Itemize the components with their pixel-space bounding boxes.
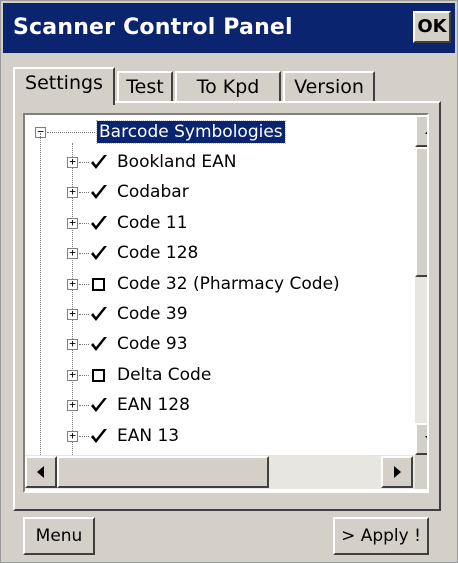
expand-icon[interactable]: + bbox=[67, 369, 78, 381]
checked-checkbox-icon[interactable] bbox=[89, 426, 109, 446]
arrow-down-icon bbox=[425, 436, 427, 439]
apply-button[interactable]: > Apply ! bbox=[333, 517, 429, 555]
tab-test[interactable]: Test bbox=[117, 71, 173, 101]
tree-item-label: Code 93 bbox=[117, 334, 188, 355]
ok-button[interactable]: OK bbox=[413, 11, 451, 43]
tree-connector bbox=[79, 374, 89, 376]
tree-item[interactable]: + EAN 128 bbox=[25, 394, 395, 424]
symbology-tree: − Barcode Symbologies + Bookland EAN + Coda… bbox=[23, 113, 429, 493]
vertical-scrollbar[interactable] bbox=[415, 115, 427, 455]
tree-item[interactable]: + Codabar bbox=[25, 181, 395, 211]
scroll-left-button[interactable] bbox=[25, 456, 57, 488]
horizontal-scrollbar[interactable] bbox=[25, 455, 415, 489]
tree-items: − Barcode Symbologies + Bookland EAN + Coda… bbox=[25, 115, 395, 455]
checked-checkbox-icon[interactable] bbox=[89, 304, 109, 324]
expand-icon[interactable]: + bbox=[67, 247, 78, 260]
tree-item[interactable]: + Code 93 bbox=[25, 333, 395, 363]
tree-item[interactable]: + Code 128 bbox=[25, 242, 395, 272]
tree-item[interactable]: + Delta Code bbox=[25, 364, 395, 394]
expand-icon[interactable]: + bbox=[67, 217, 78, 229]
tree-connector bbox=[79, 283, 89, 285]
menu-button[interactable]: Menu bbox=[23, 517, 95, 555]
tree-connector bbox=[79, 405, 89, 407]
window-title: Scanner Control Panel bbox=[13, 15, 293, 40]
title-bar: Scanner Control Panel OK bbox=[3, 3, 455, 53]
tree-item-label: Code 128 bbox=[117, 243, 199, 264]
tree-connector bbox=[79, 314, 89, 315]
tree-item-label: Bookland EAN bbox=[117, 152, 237, 172]
checked-checkbox-icon[interactable] bbox=[89, 213, 109, 233]
checked-checkbox-icon[interactable] bbox=[89, 182, 109, 202]
expand-icon[interactable]: + bbox=[67, 430, 78, 442]
tree-item[interactable]: + Code 11 bbox=[25, 212, 395, 242]
scroll-right-button[interactable] bbox=[381, 456, 413, 488]
tree-item-label: Code 39 bbox=[117, 304, 188, 324]
expand-icon[interactable]: + bbox=[67, 186, 78, 199]
expand-icon[interactable]: + bbox=[67, 399, 78, 412]
tree-item-label: Code 11 bbox=[117, 212, 188, 233]
checked-checkbox-icon[interactable] bbox=[89, 395, 109, 415]
tree-connector bbox=[47, 132, 95, 133]
arrow-up-icon bbox=[425, 131, 427, 134]
tab-to-kpd[interactable]: To Kpd bbox=[175, 71, 281, 101]
tree-item-label: Code 32 (Pharmacy Code) bbox=[117, 273, 340, 294]
tree-connector bbox=[79, 344, 89, 346]
arrow-left-icon bbox=[37, 466, 44, 478]
arrow-right-icon bbox=[394, 466, 401, 478]
scroll-down-button[interactable] bbox=[415, 423, 427, 455]
checked-checkbox-icon[interactable] bbox=[89, 152, 109, 172]
checked-checkbox-icon[interactable] bbox=[89, 334, 109, 354]
tree-item-label: EAN 13 bbox=[117, 425, 180, 446]
tree-connector bbox=[79, 253, 89, 255]
expand-icon[interactable]: + bbox=[67, 156, 78, 168]
tree-connector bbox=[79, 222, 89, 224]
tab-version[interactable]: Version bbox=[283, 71, 375, 101]
tree-item[interactable]: + Bookland EAN bbox=[25, 151, 395, 181]
unchecked-checkbox-icon[interactable] bbox=[92, 277, 105, 291]
app-window: Scanner Control Panel OK Settings Test T… bbox=[0, 0, 458, 563]
tree-item-label: Codabar bbox=[117, 182, 189, 203]
horizontal-scroll-thumb[interactable] bbox=[57, 456, 269, 488]
checked-checkbox-icon[interactable] bbox=[89, 243, 109, 263]
tree-root-label[interactable]: Barcode Symbologies bbox=[96, 120, 286, 144]
vertical-scroll-thumb[interactable] bbox=[415, 147, 427, 277]
tree-item[interactable]: + Code 39 bbox=[25, 303, 395, 333]
tree-item[interactable]: + EAN 13 bbox=[25, 425, 395, 455]
expand-icon[interactable]: + bbox=[67, 308, 78, 320]
unchecked-checkbox-icon[interactable] bbox=[92, 368, 105, 382]
tree-connector bbox=[79, 162, 89, 163]
tree-root-row[interactable]: − Barcode Symbologies bbox=[25, 120, 395, 151]
tree-connector bbox=[79, 435, 89, 437]
expand-icon[interactable]: + bbox=[67, 278, 78, 290]
tree-item-label: EAN 128 bbox=[117, 395, 190, 416]
expand-icon[interactable]: + bbox=[67, 338, 78, 351]
tree-item[interactable]: + Code 32 (Pharmacy Code) bbox=[25, 273, 395, 303]
tab-settings[interactable]: Settings bbox=[13, 67, 115, 105]
tree-connector bbox=[79, 192, 89, 194]
scroll-up-button[interactable] bbox=[415, 115, 427, 147]
tree-item-label: Delta Code bbox=[117, 364, 212, 385]
scrollbar-corner bbox=[415, 455, 427, 489]
